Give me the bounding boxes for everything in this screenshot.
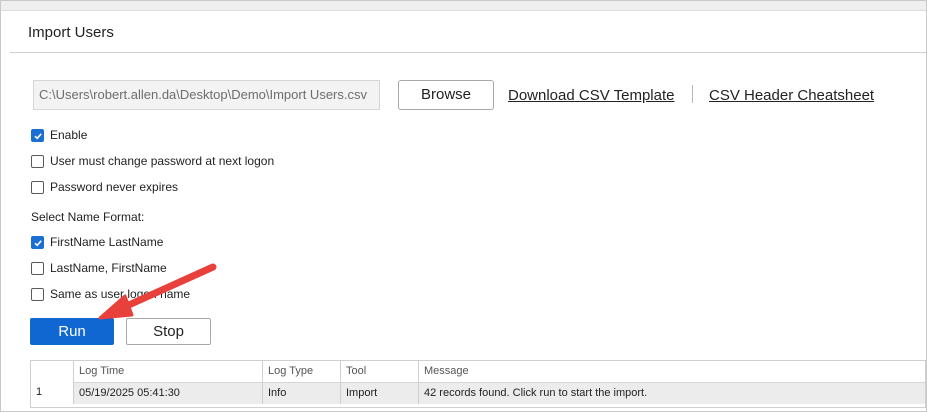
enable-checkbox[interactable]	[31, 128, 44, 142]
tool-cell: Import	[340, 382, 418, 404]
log-type-cell: Info	[262, 382, 340, 404]
enable-option[interactable]: Enable	[31, 127, 87, 143]
name-format-last-first-label: LastName, FirstName	[50, 261, 167, 275]
must-change-password-checkbox[interactable]	[31, 154, 44, 168]
column-header-message[interactable]: Message	[418, 361, 925, 382]
panel-title: Import Users	[28, 24, 114, 41]
name-format-first-last-label: FirstName LastName	[50, 235, 164, 249]
download-csv-template-link[interactable]: Download CSV Template	[508, 87, 674, 104]
name-format-first-last-option[interactable]: FirstName LastName	[31, 234, 163, 250]
must-change-password-label: User must change password at next logon	[50, 154, 275, 168]
log-time-cell: 05/19/2025 05:41:30	[73, 382, 262, 404]
row-index: 1	[31, 382, 73, 404]
column-header-tool[interactable]: Tool	[340, 361, 418, 382]
run-button[interactable]: Run	[30, 318, 114, 345]
checkmark-icon	[34, 132, 42, 139]
password-never-expires-label: Password never expires	[50, 180, 179, 194]
import-users-panel: Import Users C:\Users\robert.allen.da\De…	[0, 0, 927, 412]
name-format-logon-name-label: Same as user logon name	[50, 287, 191, 301]
title-divider	[10, 52, 926, 53]
stop-button[interactable]: Stop	[126, 318, 211, 345]
browse-button[interactable]: Browse	[398, 80, 494, 110]
checkmark-icon	[34, 239, 42, 246]
name-format-last-first-option[interactable]: LastName, FirstName	[31, 260, 167, 276]
name-format-logon-name-checkbox[interactable]	[31, 287, 44, 301]
top-strip	[1, 1, 926, 11]
column-header-log-type[interactable]: Log Type	[262, 361, 340, 382]
password-never-expires-option[interactable]: Password never expires	[31, 179, 178, 195]
column-header-log-time[interactable]: Log Time	[73, 361, 262, 382]
table-row[interactable]: 1 05/19/2025 05:41:30 Info Import 42 rec…	[31, 382, 925, 404]
name-format-last-first-checkbox[interactable]	[31, 261, 44, 275]
password-never-expires-checkbox[interactable]	[31, 180, 44, 194]
column-header-index[interactable]	[31, 361, 73, 382]
log-grid-header: Log Time Log Type Tool Message	[31, 361, 925, 383]
name-format-heading: Select Name Format:	[31, 210, 145, 224]
message-cell: 42 records found. Click run to start the…	[418, 382, 925, 404]
link-separator	[692, 85, 693, 103]
name-format-logon-name-option[interactable]: Same as user logon name	[31, 286, 190, 302]
log-grid: Log Time Log Type Tool Message 1 05/19/2…	[30, 360, 926, 408]
csv-header-cheatsheet-link[interactable]: CSV Header Cheatsheet	[709, 87, 874, 104]
must-change-password-option[interactable]: User must change password at next logon	[31, 153, 274, 169]
enable-label: Enable	[50, 128, 88, 142]
name-format-first-last-checkbox[interactable]	[31, 235, 44, 249]
csv-path-input[interactable]: C:\Users\robert.allen.da\Desktop\Demo\Im…	[33, 80, 380, 110]
